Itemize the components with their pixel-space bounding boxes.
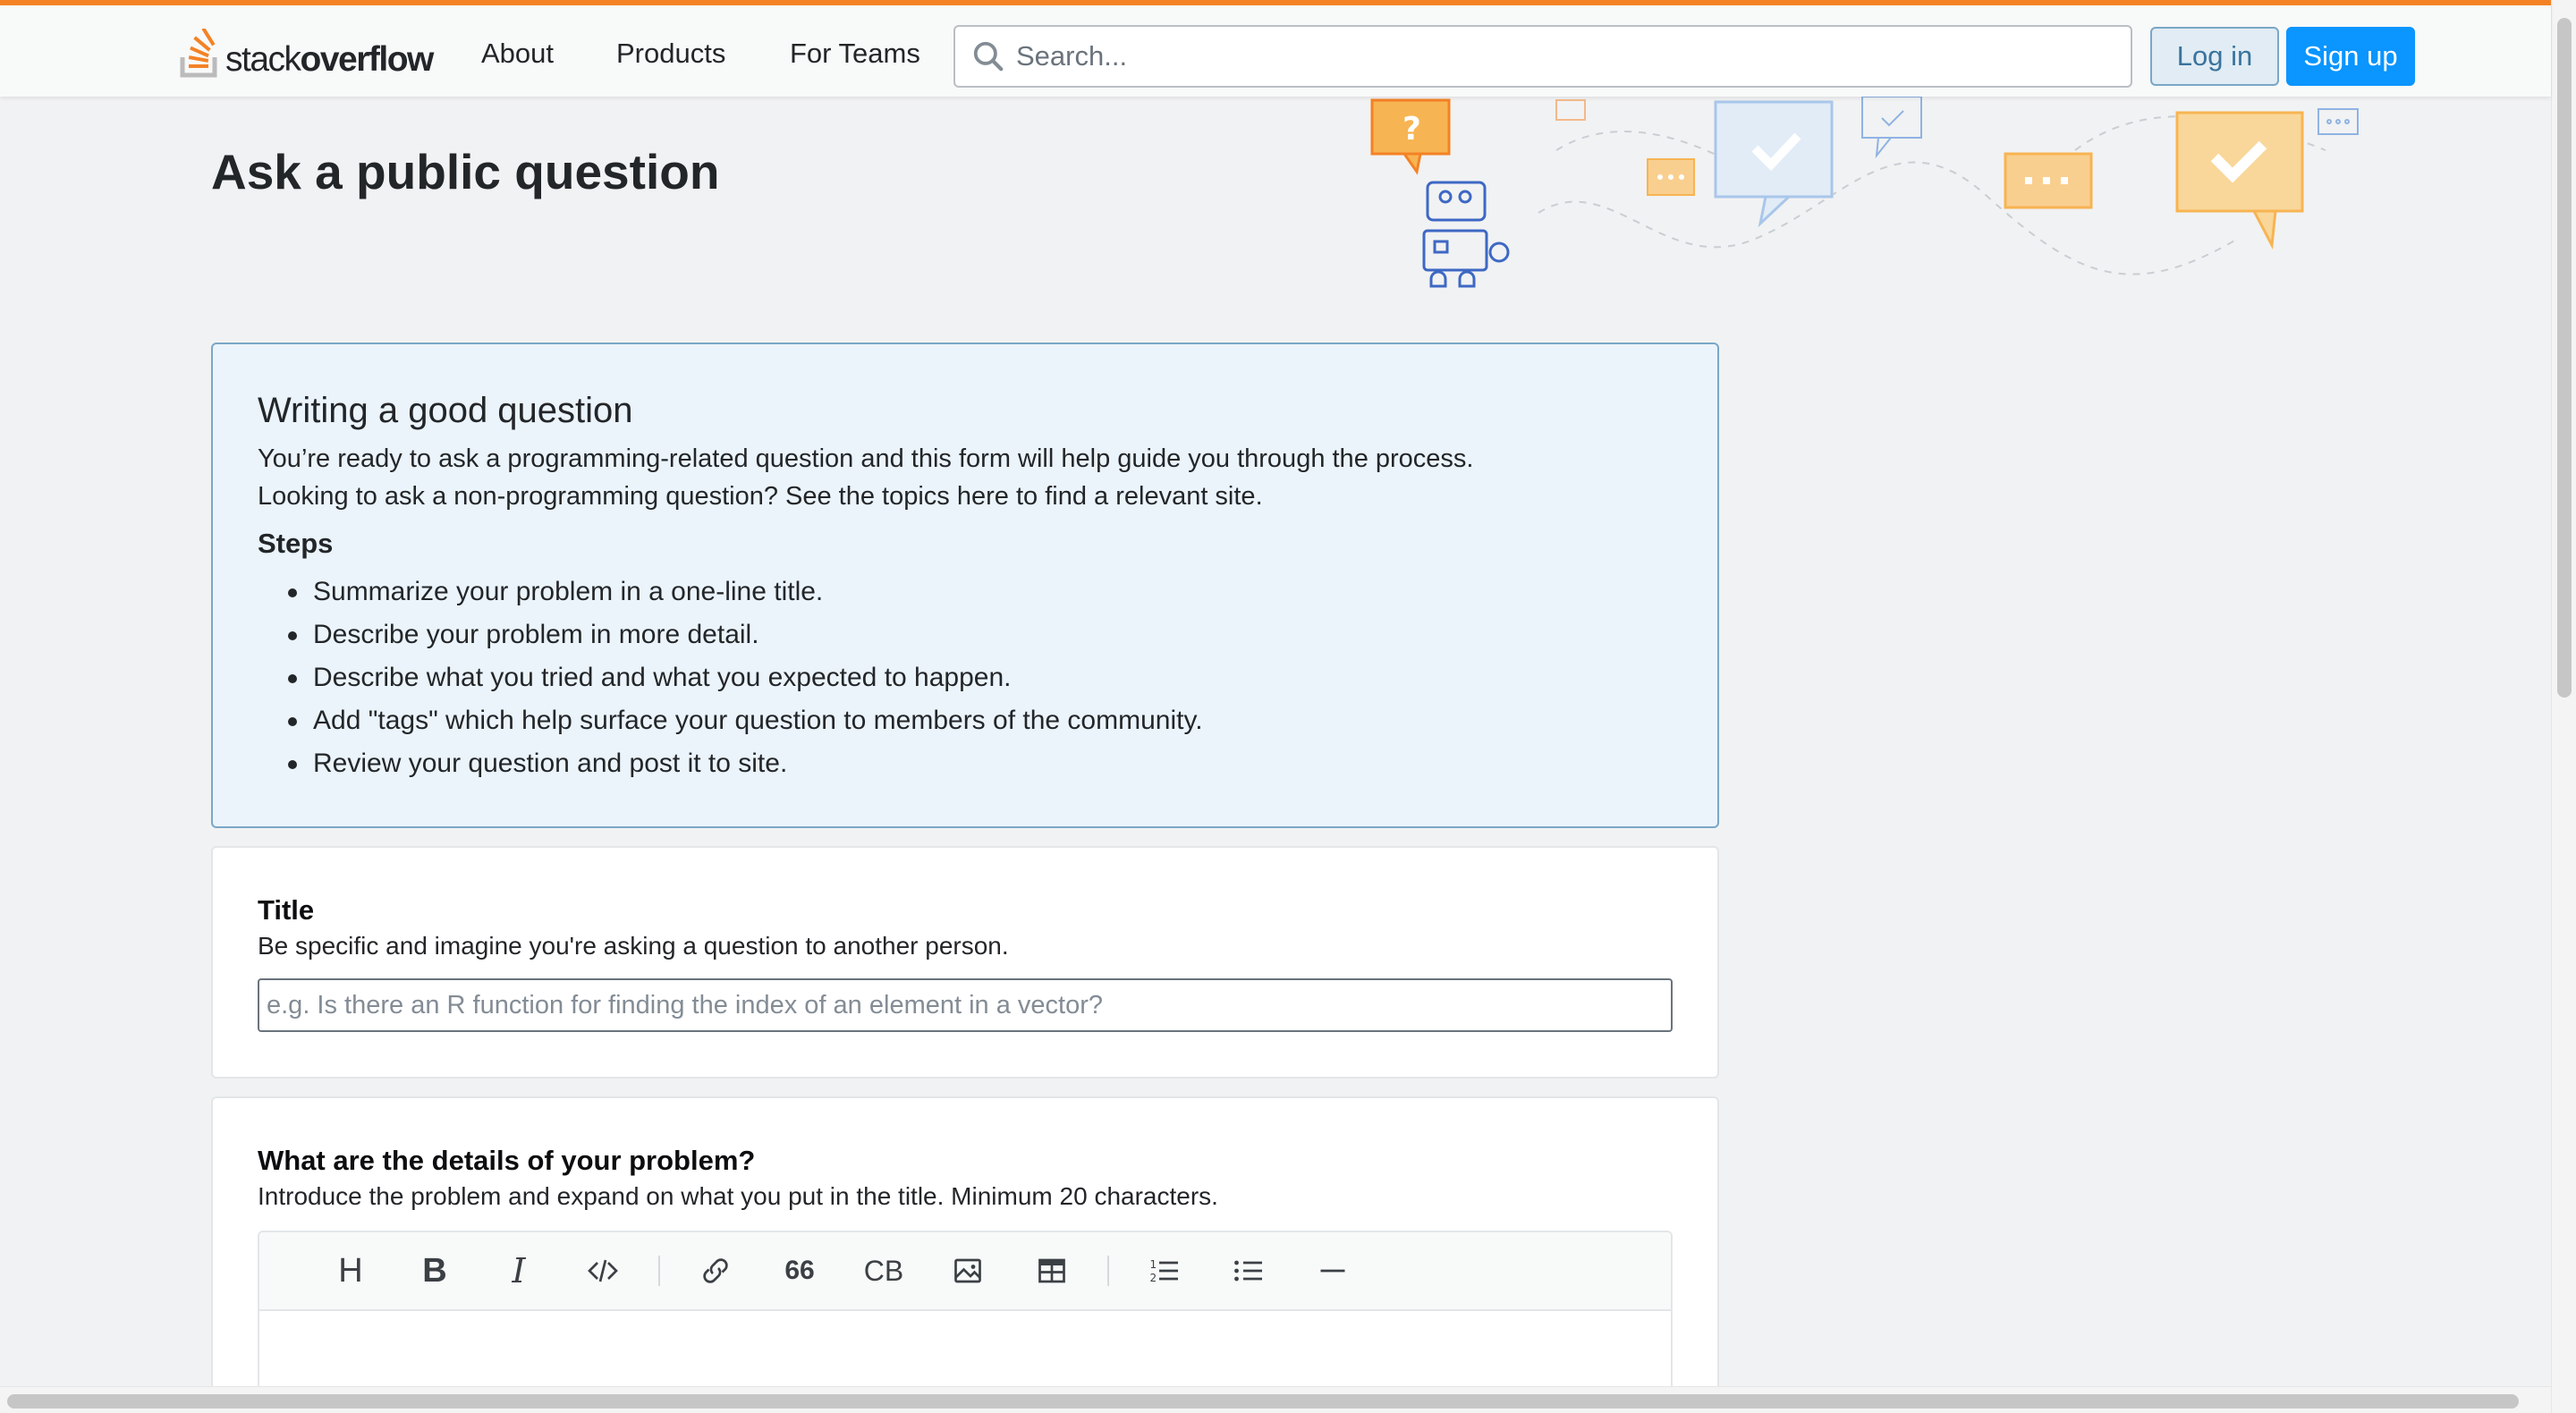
italic-icon: I xyxy=(512,1251,526,1290)
list-item: Summarize your problem in a one-line tit… xyxy=(288,571,1673,613)
page-title: Ask a public question xyxy=(211,144,720,199)
image-button[interactable] xyxy=(939,1242,996,1299)
chat-dots-icon-2 xyxy=(2004,152,2093,209)
small-check-bubble-icon xyxy=(1861,97,1922,159)
code-icon xyxy=(588,1259,618,1282)
steps-heading: Steps xyxy=(258,528,334,559)
chat-dots-icon xyxy=(1647,158,1695,196)
svg-text:2: 2 xyxy=(1150,1272,1157,1284)
unordered-list-icon xyxy=(1234,1260,1262,1282)
horizontal-rule-button[interactable] xyxy=(1304,1242,1361,1299)
header-illustration: ? xyxy=(1370,97,2359,288)
list-item: Review your question and post it to site… xyxy=(288,742,1673,785)
svg-text:1: 1 xyxy=(1150,1258,1157,1271)
table-button[interactable] xyxy=(1023,1242,1080,1299)
vertical-scrollbar-thumb[interactable] xyxy=(2557,18,2572,698)
top-bar: stackoverflow About Products For Teams L… xyxy=(0,0,2551,97)
steps-list: Summarize your problem in a one-line tit… xyxy=(258,571,1673,785)
nav-about[interactable]: About xyxy=(481,38,554,70)
heading-icon: H xyxy=(338,1251,363,1290)
bold-button[interactable]: B xyxy=(406,1242,463,1299)
unordered-list-button[interactable] xyxy=(1220,1242,1277,1299)
svg-text:?: ? xyxy=(1402,111,1421,148)
quote-icon: 66 xyxy=(784,1256,815,1285)
image-icon xyxy=(954,1258,981,1283)
stack-logo-icon xyxy=(180,29,217,78)
nav-for-teams[interactable]: For Teams xyxy=(790,38,920,70)
vertical-scrollbar[interactable] xyxy=(2551,0,2576,1413)
list-item: Add "tags" which help surface your quest… xyxy=(288,699,1673,742)
link-icon xyxy=(703,1258,728,1283)
search-input[interactable] xyxy=(1016,40,2089,72)
tiny-chat-icon xyxy=(2318,108,2359,135)
title-label: Title xyxy=(258,894,315,926)
notice-intro: You’re ready to ask a programming-relate… xyxy=(258,444,1474,473)
code-button[interactable] xyxy=(574,1242,631,1299)
list-item: Describe what you tried and what you exp… xyxy=(288,656,1673,699)
ordered-list-button[interactable]: 12 xyxy=(1136,1242,1193,1299)
details-editor[interactable]: H B I 66 CB 12 xyxy=(258,1231,1673,1393)
details-label: What are the details of your problem? xyxy=(258,1145,756,1176)
italic-button[interactable]: I xyxy=(490,1242,547,1299)
heading-button[interactable]: H xyxy=(322,1242,379,1299)
check-bubble-icon xyxy=(1714,100,1834,228)
horizontal-rule-icon xyxy=(1320,1269,1345,1273)
signup-button[interactable]: Sign up xyxy=(2286,27,2415,86)
nav-products[interactable]: Products xyxy=(616,38,725,70)
large-check-bubble-icon xyxy=(2175,111,2304,250)
question-bubble-icon: ? xyxy=(1370,98,1451,175)
details-textarea[interactable] xyxy=(259,1311,1671,1392)
code-block-icon: CB xyxy=(863,1254,904,1287)
notice-non-programming: Looking to ask a non-programming questio… xyxy=(258,482,1263,511)
search-box[interactable] xyxy=(953,25,2132,88)
editor-toolbar: H B I 66 CB 12 xyxy=(259,1232,1671,1311)
list-item: Describe your problem in more detail. xyxy=(288,613,1673,656)
search-icon xyxy=(973,41,1004,72)
logo-wordmark: stackoverflow xyxy=(225,40,434,79)
link-button[interactable] xyxy=(687,1242,744,1299)
title-description: Be specific and imagine you're asking a … xyxy=(258,932,1009,960)
stackoverflow-logo[interactable]: stackoverflow xyxy=(179,29,434,79)
table-icon xyxy=(1038,1258,1065,1283)
robot-icon xyxy=(1422,181,1510,288)
login-button[interactable]: Log in xyxy=(2150,27,2279,86)
writing-guide-notice: Writing a good question You’re ready to … xyxy=(211,343,1719,828)
blockquote-button[interactable]: 66 xyxy=(771,1242,828,1299)
horizontal-scrollbar-thumb[interactable] xyxy=(7,1394,2519,1409)
title-input[interactable] xyxy=(258,978,1673,1032)
horizontal-scrollbar[interactable] xyxy=(0,1386,2551,1413)
toolbar-divider xyxy=(658,1256,660,1286)
notice-heading: Writing a good question xyxy=(258,391,633,430)
details-description: Introduce the problem and expand on what… xyxy=(258,1182,1218,1210)
toolbar-divider xyxy=(1107,1256,1109,1286)
ordered-list-icon: 12 xyxy=(1150,1258,1178,1284)
details-card: What are the details of your problem? In… xyxy=(211,1096,1719,1413)
code-block-button[interactable]: CB xyxy=(855,1242,912,1299)
bold-icon: B xyxy=(422,1251,447,1290)
title-card: Title Be specific and imagine you're ask… xyxy=(211,846,1719,1079)
